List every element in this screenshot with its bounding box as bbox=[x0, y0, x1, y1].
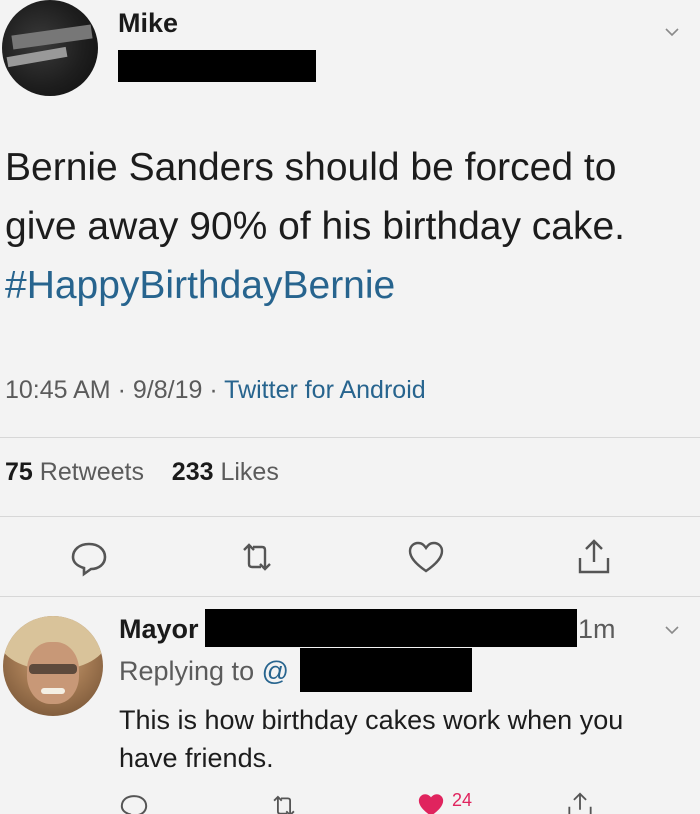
redacted-handle bbox=[118, 50, 316, 82]
author-name[interactable]: Mike bbox=[118, 8, 178, 39]
retweet-icon[interactable] bbox=[268, 790, 300, 814]
reply-icon[interactable] bbox=[118, 790, 150, 814]
tweet-stats: 75 Retweets 233 Likes bbox=[5, 458, 279, 487]
divider bbox=[0, 596, 700, 597]
retweet-icon[interactable] bbox=[236, 536, 278, 578]
replying-mention[interactable]: @ bbox=[262, 656, 289, 686]
reply-text: This is how birthday cakes work when you… bbox=[119, 705, 624, 773]
replying-to: Replying to @ bbox=[119, 656, 289, 687]
tweet-meta: 10:45 AM · 9/8/19 · Twitter for Android bbox=[5, 376, 426, 404]
chevron-down-icon[interactable] bbox=[664, 622, 680, 638]
likes-label[interactable]: Likes bbox=[220, 458, 278, 486]
reply-author-avatar[interactable] bbox=[3, 616, 103, 716]
divider bbox=[0, 516, 700, 517]
reply-author-name[interactable]: Mayor bbox=[119, 614, 199, 645]
author-avatar[interactable] bbox=[2, 0, 98, 96]
replying-prefix: Replying to bbox=[119, 656, 255, 686]
divider bbox=[0, 437, 700, 438]
reply-icon[interactable] bbox=[68, 536, 110, 578]
redacted-handle bbox=[205, 609, 577, 647]
reply-time: 1m bbox=[578, 614, 616, 644]
chevron-down-icon[interactable] bbox=[664, 24, 680, 40]
like-icon[interactable] bbox=[416, 790, 446, 814]
tweet-body: Bernie Sanders should be forced to give … bbox=[5, 146, 626, 248]
likes-count[interactable]: 233 bbox=[172, 458, 214, 486]
tweet-date: 9/8/19 bbox=[132, 376, 203, 404]
tweet-source[interactable]: Twitter for Android bbox=[224, 376, 425, 404]
like-icon[interactable] bbox=[405, 536, 447, 578]
retweets-count[interactable]: 75 bbox=[5, 458, 33, 486]
retweets-label[interactable]: Retweets bbox=[40, 458, 144, 486]
tweet-time: 10:45 AM bbox=[5, 376, 111, 404]
redacted-mention bbox=[300, 648, 472, 692]
share-icon[interactable] bbox=[573, 536, 615, 578]
tweet-text: Bernie Sanders should be forced to give … bbox=[5, 138, 685, 315]
hashtag-link[interactable]: #HappyBirthdayBernie bbox=[5, 264, 395, 307]
share-icon[interactable] bbox=[564, 790, 596, 814]
reply-likes-count[interactable]: 24 bbox=[452, 790, 472, 811]
